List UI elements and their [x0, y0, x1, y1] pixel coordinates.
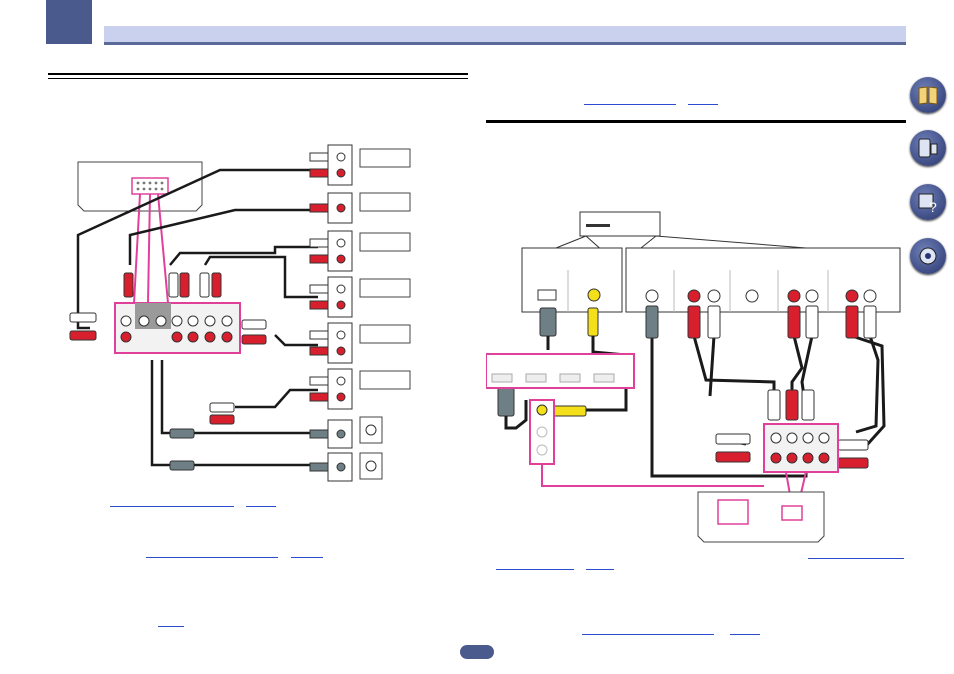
section-rule-right [486, 120, 906, 123]
page-number-badge [460, 645, 494, 659]
subwoofer-1-jack [309, 419, 353, 449]
left-connection-diagram [69, 144, 411, 482]
audio-device-1 [359, 148, 411, 168]
audio-device-1-jacks [309, 144, 353, 186]
link-ref-2[interactable] [110, 506, 234, 507]
receiver-audio-panel [763, 423, 839, 473]
right-connection-diagram [486, 211, 901, 543]
plugs-right [645, 305, 877, 469]
receiver-rear-panel-right [697, 491, 825, 543]
audio-device-2 [359, 192, 411, 212]
device-jacks [309, 144, 353, 482]
link-page-6[interactable] [730, 634, 760, 635]
link-ref-6[interactable] [582, 634, 714, 635]
settings-remote-icon[interactable] [910, 130, 946, 166]
link-page-5[interactable] [586, 569, 614, 570]
link-page-2[interactable] [246, 506, 276, 507]
link-ref-3[interactable] [146, 557, 278, 558]
system-setup-icon[interactable] [910, 238, 946, 274]
audio-device-5 [359, 324, 411, 344]
faq-icon[interactable]: ? [910, 184, 946, 220]
link-ref-1[interactable] [584, 104, 676, 105]
svg-text:?: ? [929, 199, 937, 214]
link-page-1[interactable] [688, 104, 718, 105]
audio-device-3-jacks [309, 230, 353, 272]
receiver-input-panel [114, 302, 241, 354]
link-ref-4[interactable] [808, 558, 904, 559]
player-jack-panels [521, 247, 901, 313]
manual-book-icon[interactable] [910, 77, 946, 113]
chapter-tab [46, 0, 92, 44]
header-bar [104, 26, 906, 45]
audio-device-3 [359, 232, 411, 252]
audio-device-2-jacks [309, 192, 353, 224]
link-page-3[interactable] [291, 557, 323, 558]
audio-device-4 [359, 278, 411, 298]
link-page-4[interactable] [158, 626, 184, 627]
link-ref-5[interactable] [496, 569, 574, 570]
section-rule-left [48, 73, 468, 75]
subwoofer-2-jack [309, 452, 353, 482]
bd-player [545, 211, 807, 253]
audio-device-6 [359, 370, 411, 390]
audio-device-5-jacks [309, 322, 353, 364]
section-rule-left-thin [48, 78, 468, 79]
